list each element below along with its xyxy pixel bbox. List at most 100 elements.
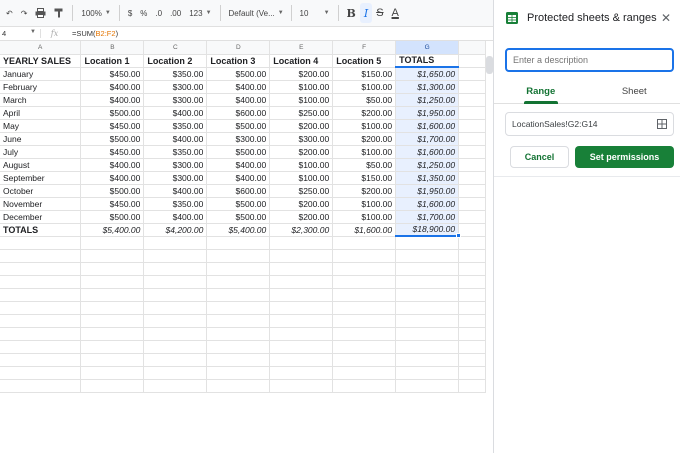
cell-b8[interactable]: $450.00 (80, 145, 145, 159)
cell-c9[interactable]: $300.00 (143, 158, 208, 172)
cell-g2[interactable]: $1,650.00 (395, 66, 460, 81)
empty-cell[interactable] (80, 275, 145, 289)
cell-f4[interactable]: $50.00 (332, 93, 397, 107)
empty-cell[interactable] (332, 301, 397, 315)
empty-cell[interactable] (143, 379, 208, 393)
cell-c5[interactable]: $400.00 (143, 106, 208, 120)
cell-c2[interactable]: $350.00 (143, 67, 208, 81)
empty-cell[interactable] (0, 301, 82, 315)
empty-cell[interactable] (80, 340, 145, 354)
cell-a3[interactable]: February (0, 80, 82, 94)
cell-a13[interactable]: December (0, 210, 82, 224)
empty-cell[interactable] (395, 353, 460, 367)
name-box[interactable]: 4 ▼ (0, 29, 40, 38)
cell-d7[interactable]: $300.00 (206, 132, 271, 146)
empty-cell[interactable] (80, 301, 145, 315)
empty-cell[interactable] (458, 106, 486, 120)
decrease-decimal-button[interactable]: .0 (151, 3, 166, 23)
column-header-c[interactable]: C (143, 41, 208, 55)
empty-cell[interactable] (332, 327, 397, 341)
cell-d1[interactable]: Location 3 (206, 54, 271, 68)
empty-cell[interactable] (206, 327, 271, 341)
cell-c7[interactable]: $400.00 (143, 132, 208, 146)
empty-cell[interactable] (80, 327, 145, 341)
empty-cell[interactable] (395, 340, 460, 354)
column-header-a[interactable]: A (0, 41, 82, 55)
empty-cell[interactable] (458, 223, 486, 237)
cell-e3[interactable]: $100.00 (269, 80, 334, 94)
paint-format-icon[interactable] (50, 3, 68, 23)
cell-b12[interactable]: $450.00 (80, 197, 145, 211)
empty-cell[interactable] (206, 340, 271, 354)
cell-a8[interactable]: July (0, 145, 82, 159)
empty-cell[interactable] (332, 340, 397, 354)
empty-cell[interactable] (458, 366, 486, 380)
empty-cell[interactable] (206, 275, 271, 289)
cell-a2[interactable]: January (0, 67, 82, 81)
column-header-f[interactable]: F (332, 41, 397, 55)
cell-g14[interactable]: $18,900.00 (395, 223, 460, 237)
empty-cell[interactable] (458, 80, 486, 94)
empty-cell[interactable] (458, 132, 486, 146)
cell-g13[interactable]: $1,700.00 (395, 210, 460, 224)
empty-cell[interactable] (458, 262, 486, 276)
empty-cell[interactable] (80, 379, 145, 393)
empty-cell[interactable] (269, 275, 334, 289)
cell-a9[interactable]: August (0, 158, 82, 172)
empty-cell[interactable] (80, 288, 145, 302)
cell-g5[interactable]: $1,950.00 (395, 106, 460, 120)
cell-g1[interactable]: TOTALS (395, 54, 460, 68)
empty-cell[interactable] (0, 327, 82, 341)
empty-cell[interactable] (332, 275, 397, 289)
cell-g12[interactable]: $1,600.00 (395, 197, 460, 211)
cell-g7[interactable]: $1,700.00 (395, 132, 460, 146)
empty-cell[interactable] (458, 145, 486, 159)
empty-cell[interactable] (143, 314, 208, 328)
cell-f3[interactable]: $100.00 (332, 80, 397, 94)
cell-a11[interactable]: October (0, 184, 82, 198)
empty-cell[interactable] (0, 275, 82, 289)
currency-format-button[interactable]: $ (124, 3, 136, 23)
cancel-button[interactable]: Cancel (510, 146, 569, 168)
empty-cell[interactable] (206, 314, 271, 328)
cell-e2[interactable]: $200.00 (269, 67, 334, 81)
empty-cell[interactable] (80, 314, 145, 328)
cell-d2[interactable]: $500.00 (206, 67, 271, 81)
empty-cell[interactable] (0, 366, 82, 380)
empty-cell[interactable] (0, 236, 82, 250)
empty-cell[interactable] (395, 288, 460, 302)
empty-cell[interactable] (458, 54, 486, 68)
cell-c10[interactable]: $300.00 (143, 171, 208, 185)
tab-range[interactable]: Range (494, 80, 588, 104)
empty-cell[interactable] (458, 353, 486, 367)
bold-button[interactable]: B (343, 3, 360, 23)
empty-cell[interactable] (269, 327, 334, 341)
empty-cell[interactable] (143, 366, 208, 380)
more-formats-select[interactable]: 123 ▼ (185, 3, 215, 23)
empty-cell[interactable] (143, 262, 208, 276)
empty-cell[interactable] (206, 288, 271, 302)
empty-cell[interactable] (269, 301, 334, 315)
empty-cell[interactable] (395, 327, 460, 341)
cell-b1[interactable]: Location 1 (80, 54, 145, 68)
empty-cell[interactable] (332, 353, 397, 367)
empty-cell[interactable] (0, 314, 82, 328)
empty-cell[interactable] (269, 366, 334, 380)
empty-cell[interactable] (458, 184, 486, 198)
cell-e12[interactable]: $200.00 (269, 197, 334, 211)
cell-d12[interactable]: $500.00 (206, 197, 271, 211)
cell-b6[interactable]: $450.00 (80, 119, 145, 133)
empty-cell[interactable] (143, 275, 208, 289)
cell-b14[interactable]: $5,400.00 (80, 223, 145, 237)
cell-f9[interactable]: $50.00 (332, 158, 397, 172)
empty-cell[interactable] (458, 275, 486, 289)
empty-cell[interactable] (458, 379, 486, 393)
cell-f12[interactable]: $100.00 (332, 197, 397, 211)
empty-cell[interactable] (206, 249, 271, 263)
cell-b2[interactable]: $450.00 (80, 67, 145, 81)
cell-g9[interactable]: $1,250.00 (395, 158, 460, 172)
cell-d5[interactable]: $600.00 (206, 106, 271, 120)
cell-e4[interactable]: $100.00 (269, 93, 334, 107)
cell-a10[interactable]: September (0, 171, 82, 185)
cell-c3[interactable]: $300.00 (143, 80, 208, 94)
